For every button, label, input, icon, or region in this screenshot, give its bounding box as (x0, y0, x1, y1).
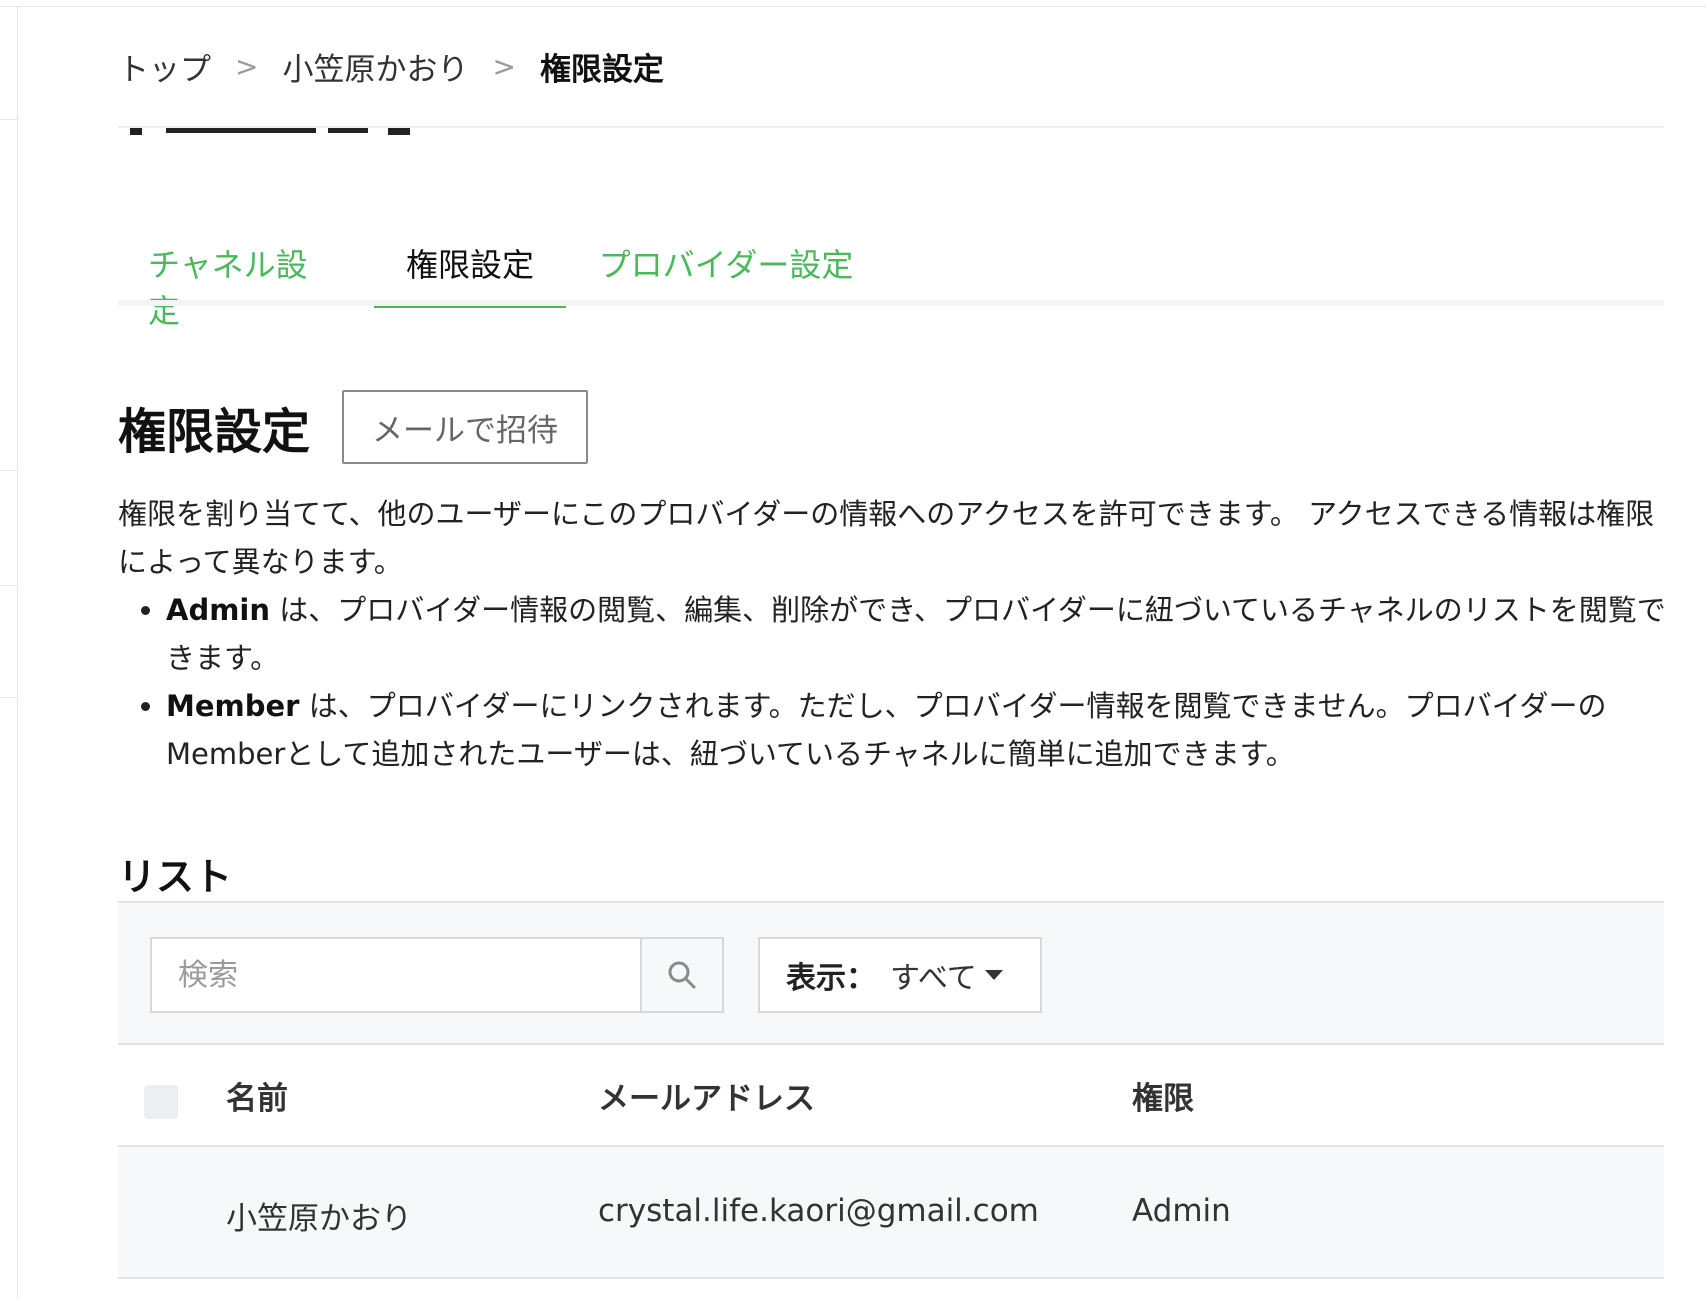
tab-channel-settings[interactable]: チャネル設定 (148, 230, 338, 330)
member-list: 表示： すべて 名前 メールアドレス 権限 小笠原かおり crystal.lif… (118, 901, 1664, 1298)
breadcrumb-separator: > (492, 49, 516, 83)
breadcrumb: トップ > 小笠原かおり > 権限設定 (118, 44, 664, 88)
tab-provider-settings[interactable]: プロバイダー設定 (598, 230, 854, 308)
cell-role: Admin (1132, 1193, 1231, 1229)
role-list: Admin は、プロバイダー情報の閲覧、編集、削除ができ、プロバイダーに紐づいて… (118, 586, 1666, 778)
rail-divider (0, 697, 17, 698)
left-rail (0, 7, 18, 1298)
rail-divider (0, 119, 17, 120)
breadcrumb-item-provider[interactable]: 小笠原かおり (282, 44, 468, 89)
breadcrumb-item-current: 権限設定 (539, 51, 664, 88)
description-intro: 権限を割り当てて、他のユーザーにこのプロバイダーの情報へのアクセスを許可できます… (118, 497, 1655, 579)
role-text: は、プロバイダーにリンクされます。ただし、プロバイダー情報を閲覧できません。プロ… (166, 689, 1607, 771)
permission-description: 権限を割り当てて、他のユーザーにこのプロバイダーの情報へのアクセスを許可できます… (118, 490, 1666, 778)
role-name: Admin (166, 593, 271, 627)
display-filter-dropdown[interactable]: 表示： すべて (758, 937, 1042, 1013)
rail-divider (0, 470, 17, 471)
caret-down-icon (984, 970, 1003, 980)
cell-email: crystal.life.kaori@gmail.com (598, 1193, 1039, 1229)
rail-divider (0, 585, 17, 586)
tab-permission-settings[interactable]: 権限設定 (374, 230, 566, 308)
filter-value: すべて (890, 961, 977, 996)
filter-label: 表示： (786, 961, 876, 996)
role-name: Member (166, 689, 300, 723)
column-header-email[interactable]: メールアドレス (598, 1073, 815, 1118)
clipped-heading (118, 128, 418, 138)
column-header-role[interactable]: 権限 (1132, 1073, 1194, 1118)
search-input[interactable] (150, 937, 640, 1013)
page-title: 権限設定 (118, 404, 311, 460)
role-item-member: Member は、プロバイダーにリンクされます。ただし、プロバイダー情報を閲覧で… (166, 682, 1666, 778)
search-button[interactable] (640, 937, 724, 1013)
role-item-admin: Admin は、プロバイダー情報の閲覧、編集、削除ができ、プロバイダーに紐づいて… (166, 586, 1666, 682)
tab-bar: チャネル設定 権限設定 プロバイダー設定 (118, 230, 1664, 330)
list-title: リスト (118, 855, 233, 899)
table-header: 名前 メールアドレス 権限 (118, 1045, 1664, 1147)
role-text: は、プロバイダー情報の閲覧、編集、削除ができ、プロバイダーに紐づいているチャネル… (166, 593, 1666, 675)
tab-bar-divider (118, 300, 1664, 306)
search-icon (668, 961, 696, 989)
tab-label: プロバイダー設定 (598, 246, 854, 284)
list-toolbar: 表示： すべて (118, 901, 1664, 1045)
top-divider (0, 6, 1706, 7)
invite-by-email-button[interactable]: メールで招待 (342, 390, 588, 464)
table-row[interactable]: 小笠原かおり crystal.life.kaori@gmail.com Admi… (118, 1147, 1664, 1279)
column-header-name[interactable]: 名前 (226, 1073, 288, 1118)
breadcrumb-divider (118, 126, 1664, 128)
tab-label: チャネル設定 (148, 246, 308, 330)
cell-name: 小笠原かおり (226, 1201, 412, 1237)
select-all-checkbox[interactable] (144, 1085, 178, 1119)
tab-label: 権限設定 (405, 246, 534, 284)
breadcrumb-separator: > (235, 49, 259, 83)
breadcrumb-item-top[interactable]: トップ (118, 44, 211, 89)
